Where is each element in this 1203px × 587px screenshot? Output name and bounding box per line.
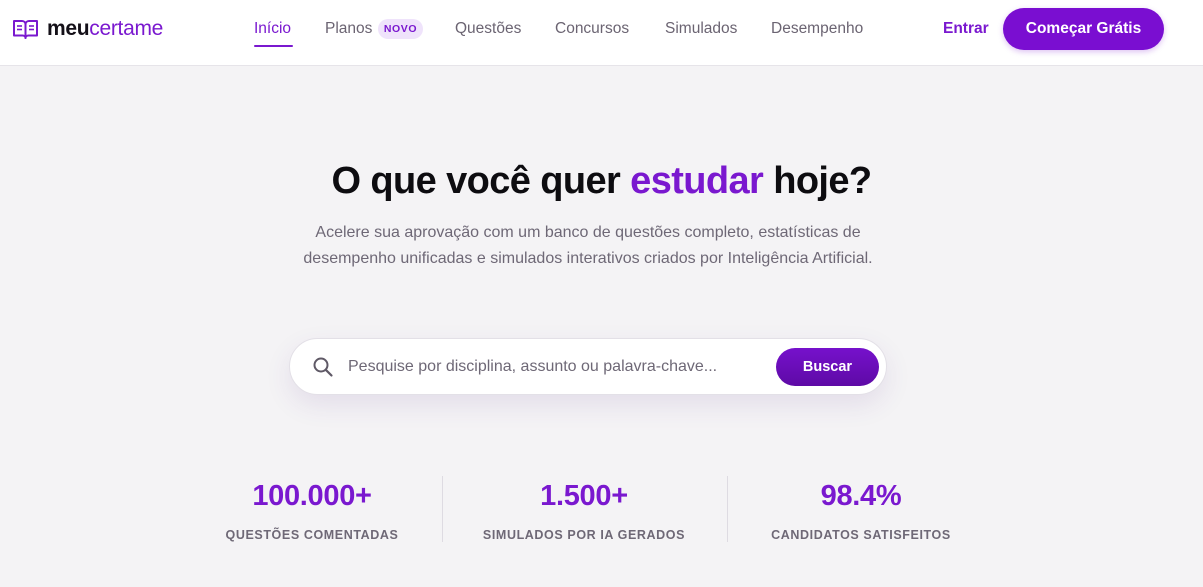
nav-item-planos[interactable]: Planos [325, 19, 372, 39]
search-input[interactable] [348, 353, 768, 381]
search-icon [312, 356, 334, 383]
logo-wordmark: meucertame [47, 17, 163, 41]
login-link[interactable]: Entrar [943, 19, 989, 39]
stat-label: SIMULADOS POR IA GERADOS [482, 528, 686, 542]
nav-item-questoes[interactable]: Questões [455, 19, 521, 39]
stat-value: 98.4% [820, 480, 902, 512]
hero-title-before: O que você quer [331, 160, 631, 202]
stat-label: QUESTÕES COMENTADAS [225, 528, 399, 542]
top-navbar: meucertame Início Planos NOVO Questões C… [0, 0, 1203, 66]
search-button[interactable]: Buscar [776, 348, 879, 386]
stat-divider [727, 476, 728, 542]
logo-text-part2: certame [89, 17, 164, 40]
nav-item-concursos[interactable]: Concursos [555, 19, 629, 39]
hero-subtitle: Acelere sua aprovação com um banco de qu… [303, 224, 873, 267]
nav-item-inicio[interactable]: Início [254, 19, 291, 39]
stat-questions: 100.000+ QUESTÕES COMENTADAS [212, 478, 412, 543]
stat-label: CANDIDATOS SATISFEITOS [771, 528, 951, 542]
stat-divider [442, 476, 443, 542]
logo-link[interactable]: meucertame [12, 17, 163, 41]
logo-text-part1: meu [47, 17, 90, 40]
nav-item-simulados[interactable]: Simulados [665, 19, 737, 39]
hero-title-highlight: estudar [630, 160, 764, 202]
nav-item-desempenho[interactable]: Desempenho [771, 19, 863, 39]
hero-title-after: hoje? [763, 160, 872, 202]
stat-value: 100.000+ [252, 480, 372, 512]
stat-simulados: 1.500+ SIMULADOS POR IA GERADOS [474, 478, 694, 543]
stat-candidates: 98.4% CANDIDATOS SATISFEITOS [760, 478, 962, 543]
open-book-icon [13, 20, 38, 39]
hero-title: O que você quer estudar hoje? [0, 158, 1203, 204]
novo-badge: NOVO [378, 19, 423, 39]
active-nav-indicator [254, 45, 293, 47]
start-free-button[interactable]: Começar Grátis [1003, 8, 1164, 50]
stat-value: 1.500+ [540, 480, 628, 512]
search-bar: Buscar [289, 338, 887, 395]
